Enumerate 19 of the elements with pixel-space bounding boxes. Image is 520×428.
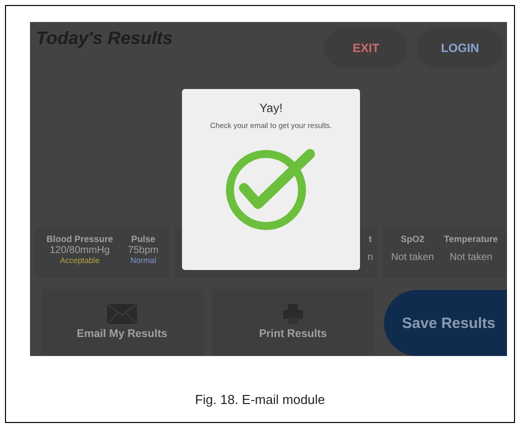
vital-label: SpO2 [400, 234, 424, 244]
vital-label: t [368, 234, 372, 244]
vital-label: Pulse [131, 234, 156, 244]
exit-button[interactable]: EXIT [326, 30, 406, 66]
dialog-title: Yay! [259, 101, 283, 115]
vital-status: Normal [130, 256, 156, 266]
vital-value: 75bpm [128, 245, 159, 256]
login-button[interactable]: LOGIN [418, 30, 502, 66]
vital-label: Blood Pressure [46, 234, 113, 244]
email-results-button[interactable]: Email My Results [42, 290, 202, 354]
vital-label: Temperature [444, 234, 498, 244]
print-results-button[interactable]: Print Results [213, 290, 373, 354]
save-results-button[interactable]: Save Results [384, 290, 507, 356]
vital-value: n [367, 252, 373, 264]
vital-value: Not taken [391, 252, 434, 264]
vital-status: Acceptable [60, 256, 100, 266]
figure-caption: Fig. 18. E-mail module [194, 392, 326, 407]
vital-value: 120/80mmHg [50, 245, 110, 256]
vital-value: Not taken [450, 252, 492, 264]
